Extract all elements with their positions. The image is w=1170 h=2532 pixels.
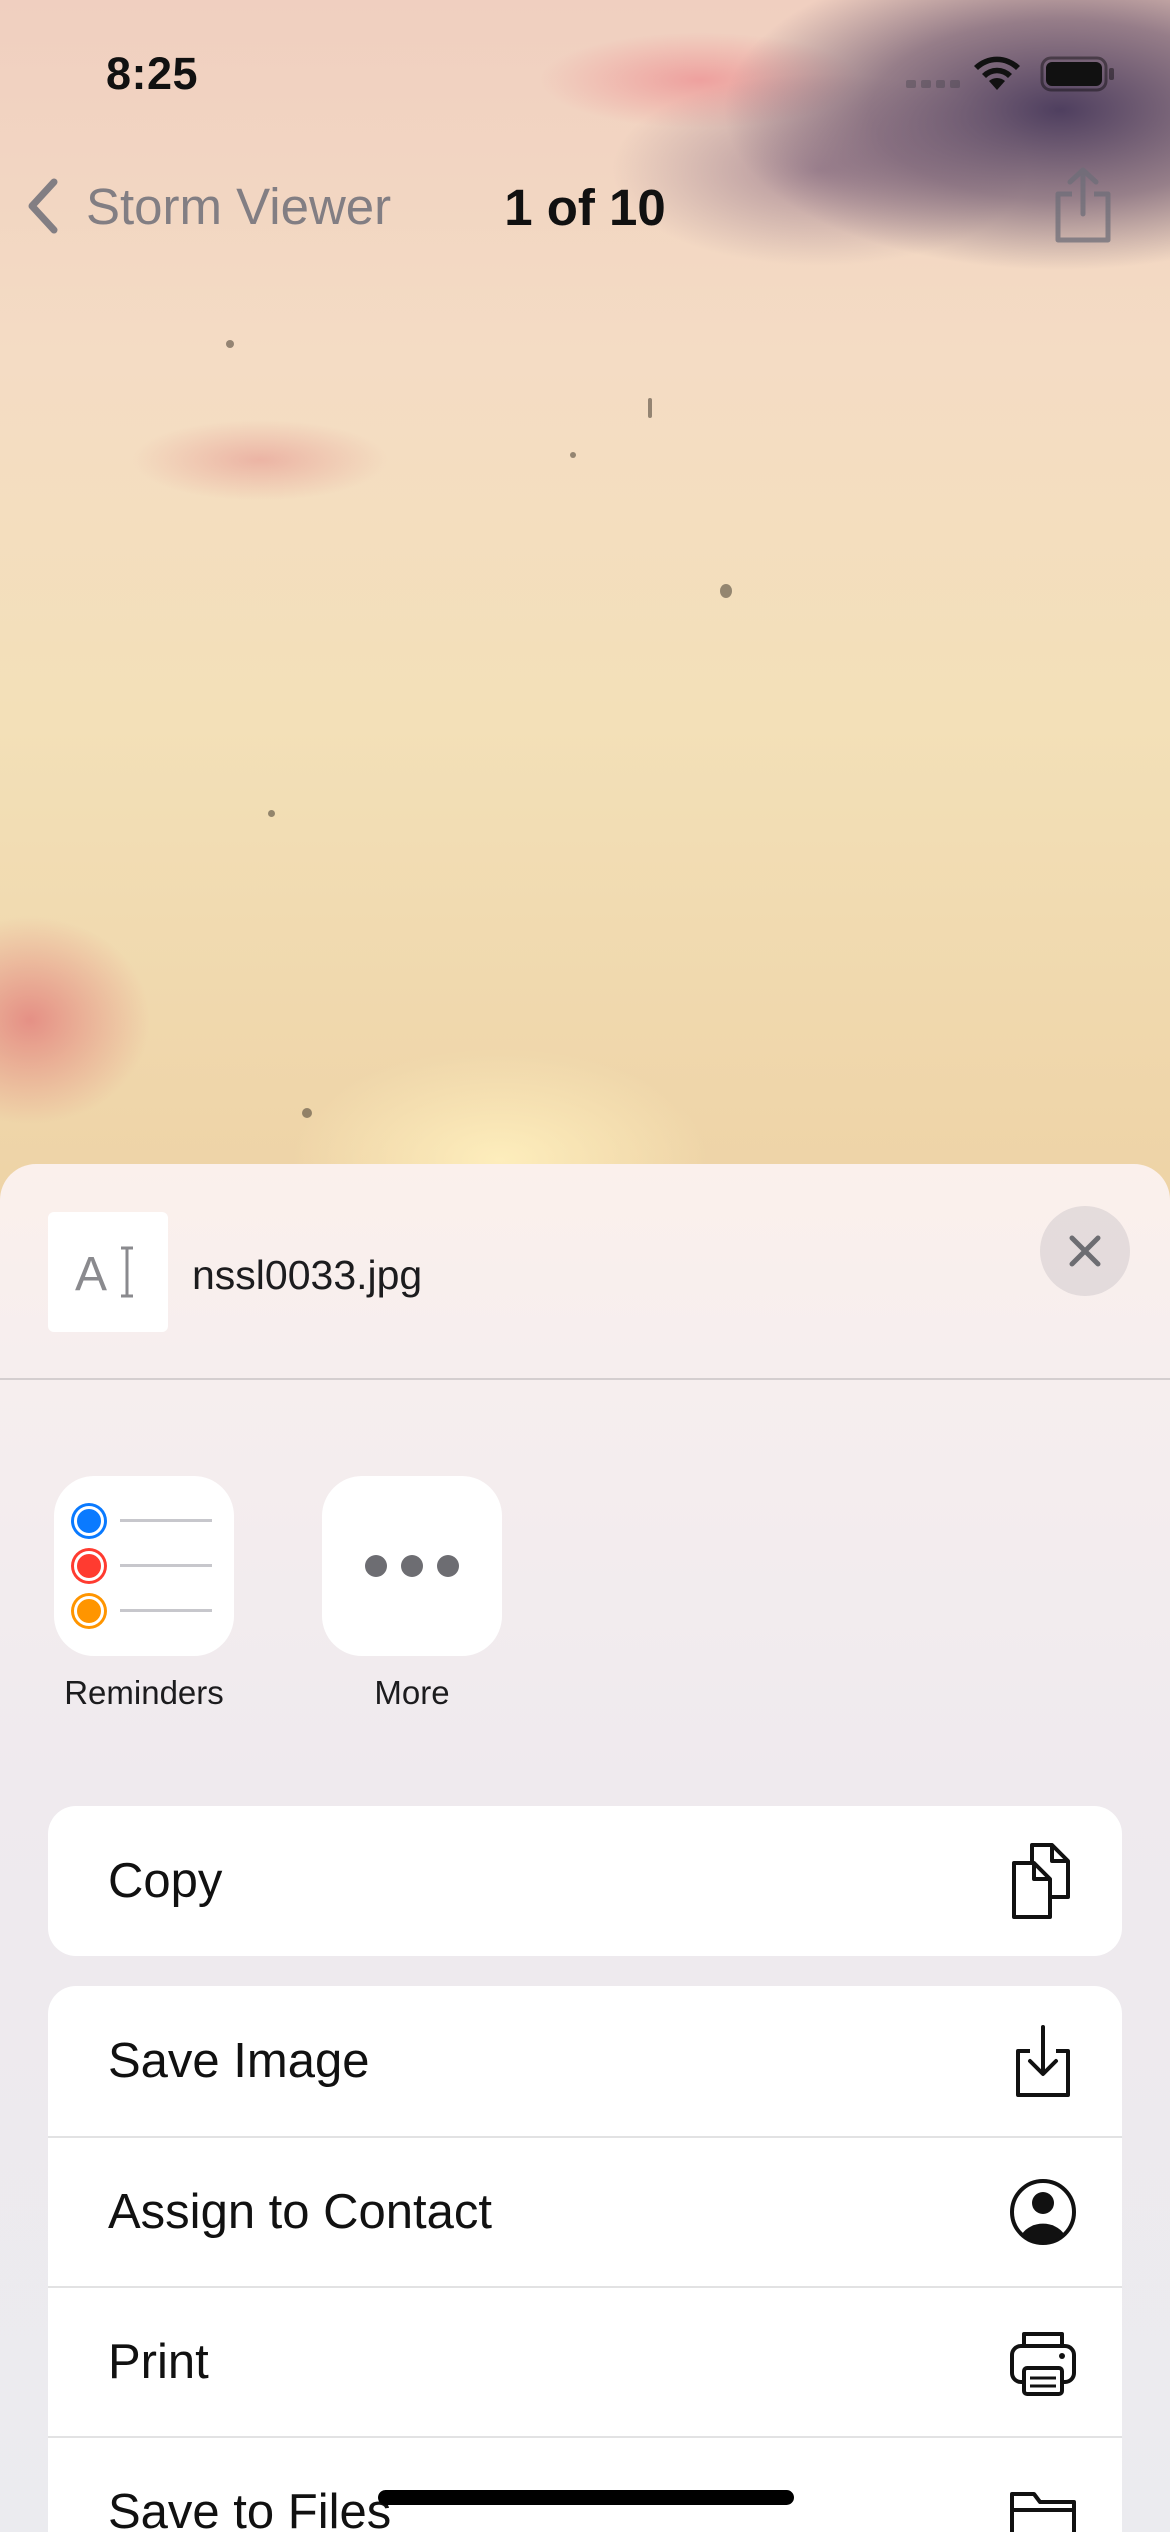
contact-icon [1008, 2172, 1078, 2252]
assign-to-contact-action[interactable]: Assign to Contact [48, 2136, 1122, 2286]
action-label: Save Image [108, 2034, 370, 2088]
app-row: Reminders More [0, 1476, 1170, 1736]
close-icon [1069, 1235, 1101, 1267]
printer-icon [1008, 2322, 1078, 2402]
folder-icon [1008, 2472, 1078, 2532]
page-title: 1 of 10 [504, 179, 666, 236]
cellular-signal-icon [906, 80, 960, 88]
close-button[interactable] [1040, 1206, 1130, 1296]
wifi-icon [974, 56, 1020, 90]
save-to-files-action[interactable]: Save to Files [48, 2436, 1122, 2532]
file-thumbnail: A [48, 1212, 168, 1332]
action-label: Save to Files [108, 2485, 392, 2532]
action-label: Print [108, 2335, 209, 2389]
action-label: Copy [108, 1854, 223, 1908]
app-label: Reminders [64, 1674, 224, 1711]
copy-icon [1008, 1841, 1078, 1921]
reminders-icon [54, 1476, 234, 1656]
app-more[interactable]: More [312, 1476, 512, 1712]
copy-action[interactable]: Copy [48, 1806, 1122, 1956]
action-label: Assign to Contact [108, 2185, 493, 2239]
save-image-icon [1008, 2021, 1078, 2101]
save-image-action[interactable]: Save Image [48, 1986, 1122, 2136]
action-group-copy: Copy [48, 1806, 1122, 1956]
share-icon[interactable] [1052, 166, 1114, 244]
home-indicator[interactable] [378, 2490, 794, 2505]
action-group-main: Save Image Assign to Contact Print Save … [48, 1986, 1122, 2532]
print-action[interactable]: Print [48, 2286, 1122, 2436]
app-reminders[interactable]: Reminders [44, 1476, 244, 1712]
more-icon [322, 1476, 502, 1656]
share-sheet: A nssl0033.jpg Reminders More Copy Save … [0, 1164, 1170, 2532]
battery-icon [1040, 56, 1114, 92]
status-time: 8:25 [106, 48, 199, 99]
svg-text:A: A [75, 1248, 107, 1301]
app-label: More [374, 1674, 450, 1711]
text-file-icon: A [75, 1246, 133, 1301]
file-name: nssl0033.jpg [192, 1252, 423, 1298]
share-sheet-header: A nssl0033.jpg [0, 1164, 1170, 1380]
